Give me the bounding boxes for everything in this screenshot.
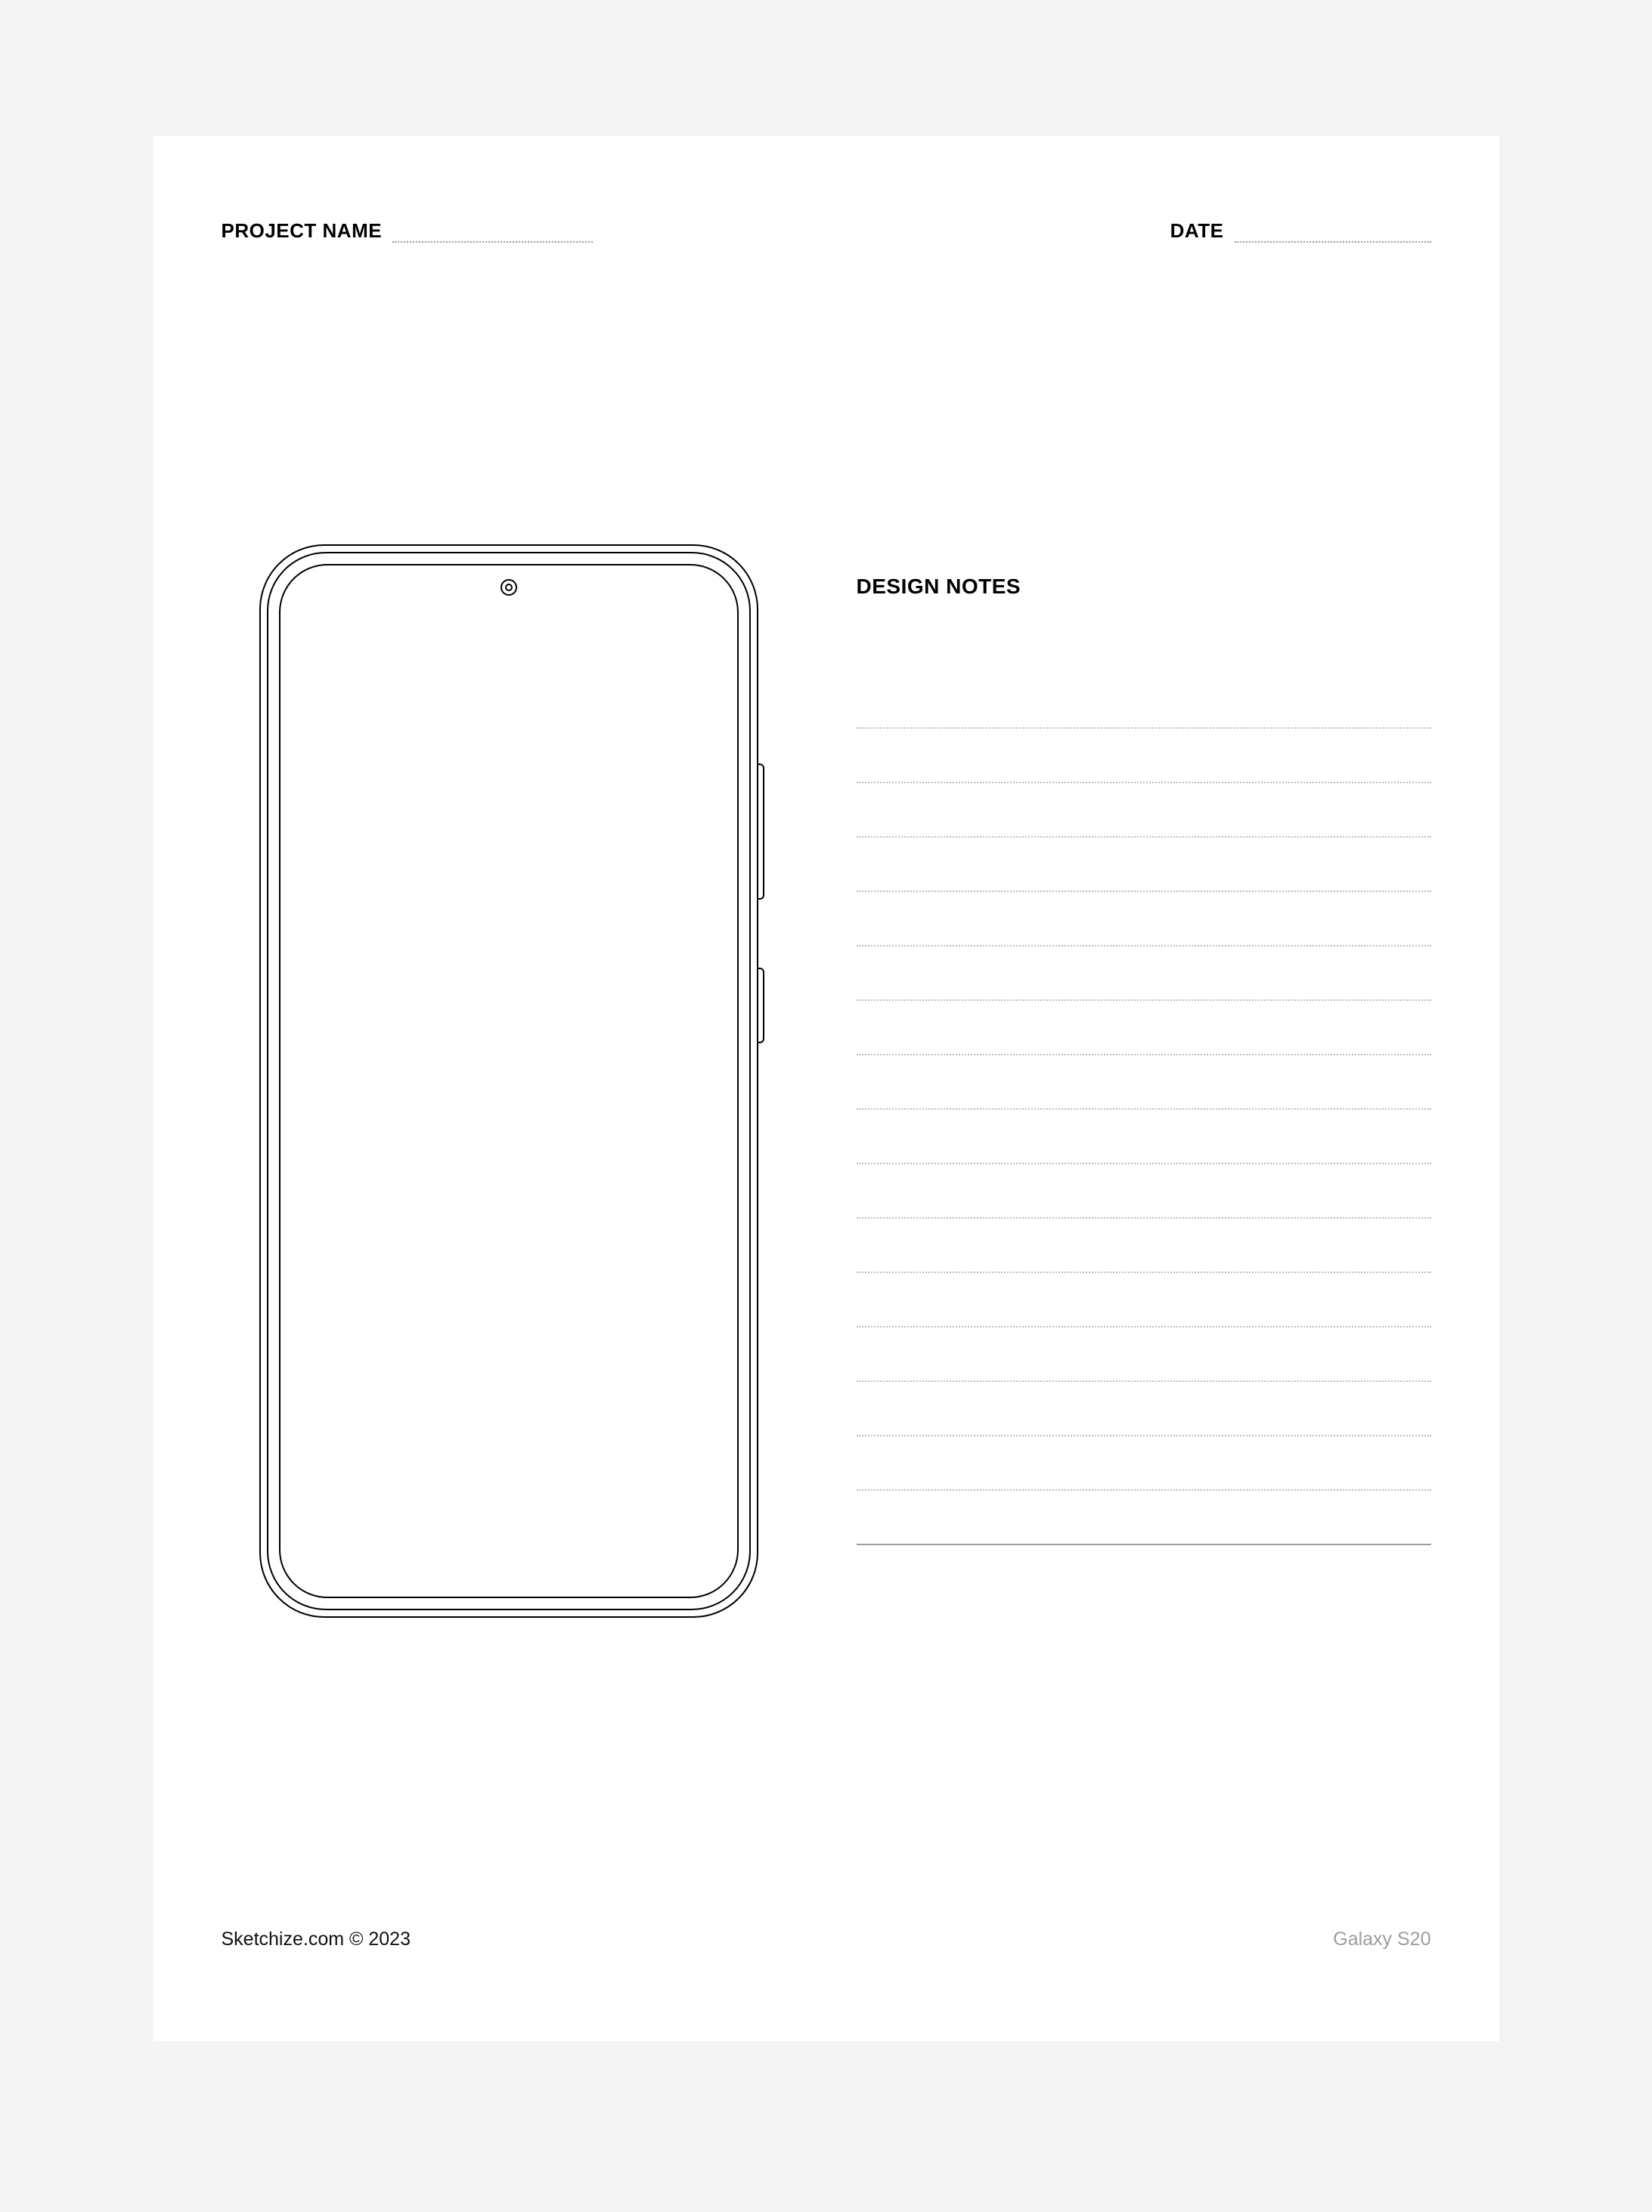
date-field: DATE [1170, 219, 1431, 243]
note-line[interactable] [857, 838, 1431, 892]
note-line[interactable] [857, 892, 1431, 946]
note-line[interactable] [857, 729, 1431, 783]
phone-mockup [259, 544, 758, 1618]
project-name-field: PROJECT NAME [222, 219, 594, 243]
project-name-label: PROJECT NAME [222, 219, 383, 243]
note-line[interactable] [857, 1273, 1431, 1328]
note-line[interactable] [857, 1055, 1431, 1110]
note-line[interactable] [857, 1219, 1431, 1273]
note-line[interactable] [857, 1491, 1431, 1545]
note-line[interactable] [857, 1110, 1431, 1164]
date-input-line[interactable] [1235, 228, 1431, 243]
design-notes-panel: DESIGN NOTES [857, 544, 1431, 1545]
note-lines-container [857, 674, 1431, 1545]
note-line[interactable] [857, 674, 1431, 729]
note-line[interactable] [857, 1436, 1431, 1491]
note-line[interactable] [857, 1382, 1431, 1436]
header: PROJECT NAME DATE [222, 219, 1431, 243]
power-button-icon [758, 968, 764, 1043]
project-name-input-line[interactable] [392, 228, 593, 243]
template-page: PROJECT NAME DATE DESIGN NOTES Sketchize… [153, 136, 1499, 2041]
note-line[interactable] [857, 1164, 1431, 1219]
note-line[interactable] [857, 946, 1431, 1001]
main-content: DESIGN NOTES [259, 544, 1431, 1618]
footer-device: Galaxy S20 [1333, 1929, 1430, 1950]
footer: Sketchize.com © 2023 Galaxy S20 [222, 1929, 1431, 1950]
note-line[interactable] [857, 783, 1431, 838]
footer-credit: Sketchize.com © 2023 [222, 1929, 411, 1950]
design-notes-title: DESIGN NOTES [857, 575, 1431, 599]
note-line[interactable] [857, 1328, 1431, 1382]
note-line[interactable] [857, 1001, 1431, 1055]
phone-screen[interactable] [279, 564, 739, 1598]
front-camera-icon [501, 579, 517, 596]
volume-button-icon [758, 764, 764, 900]
date-label: DATE [1170, 219, 1224, 243]
